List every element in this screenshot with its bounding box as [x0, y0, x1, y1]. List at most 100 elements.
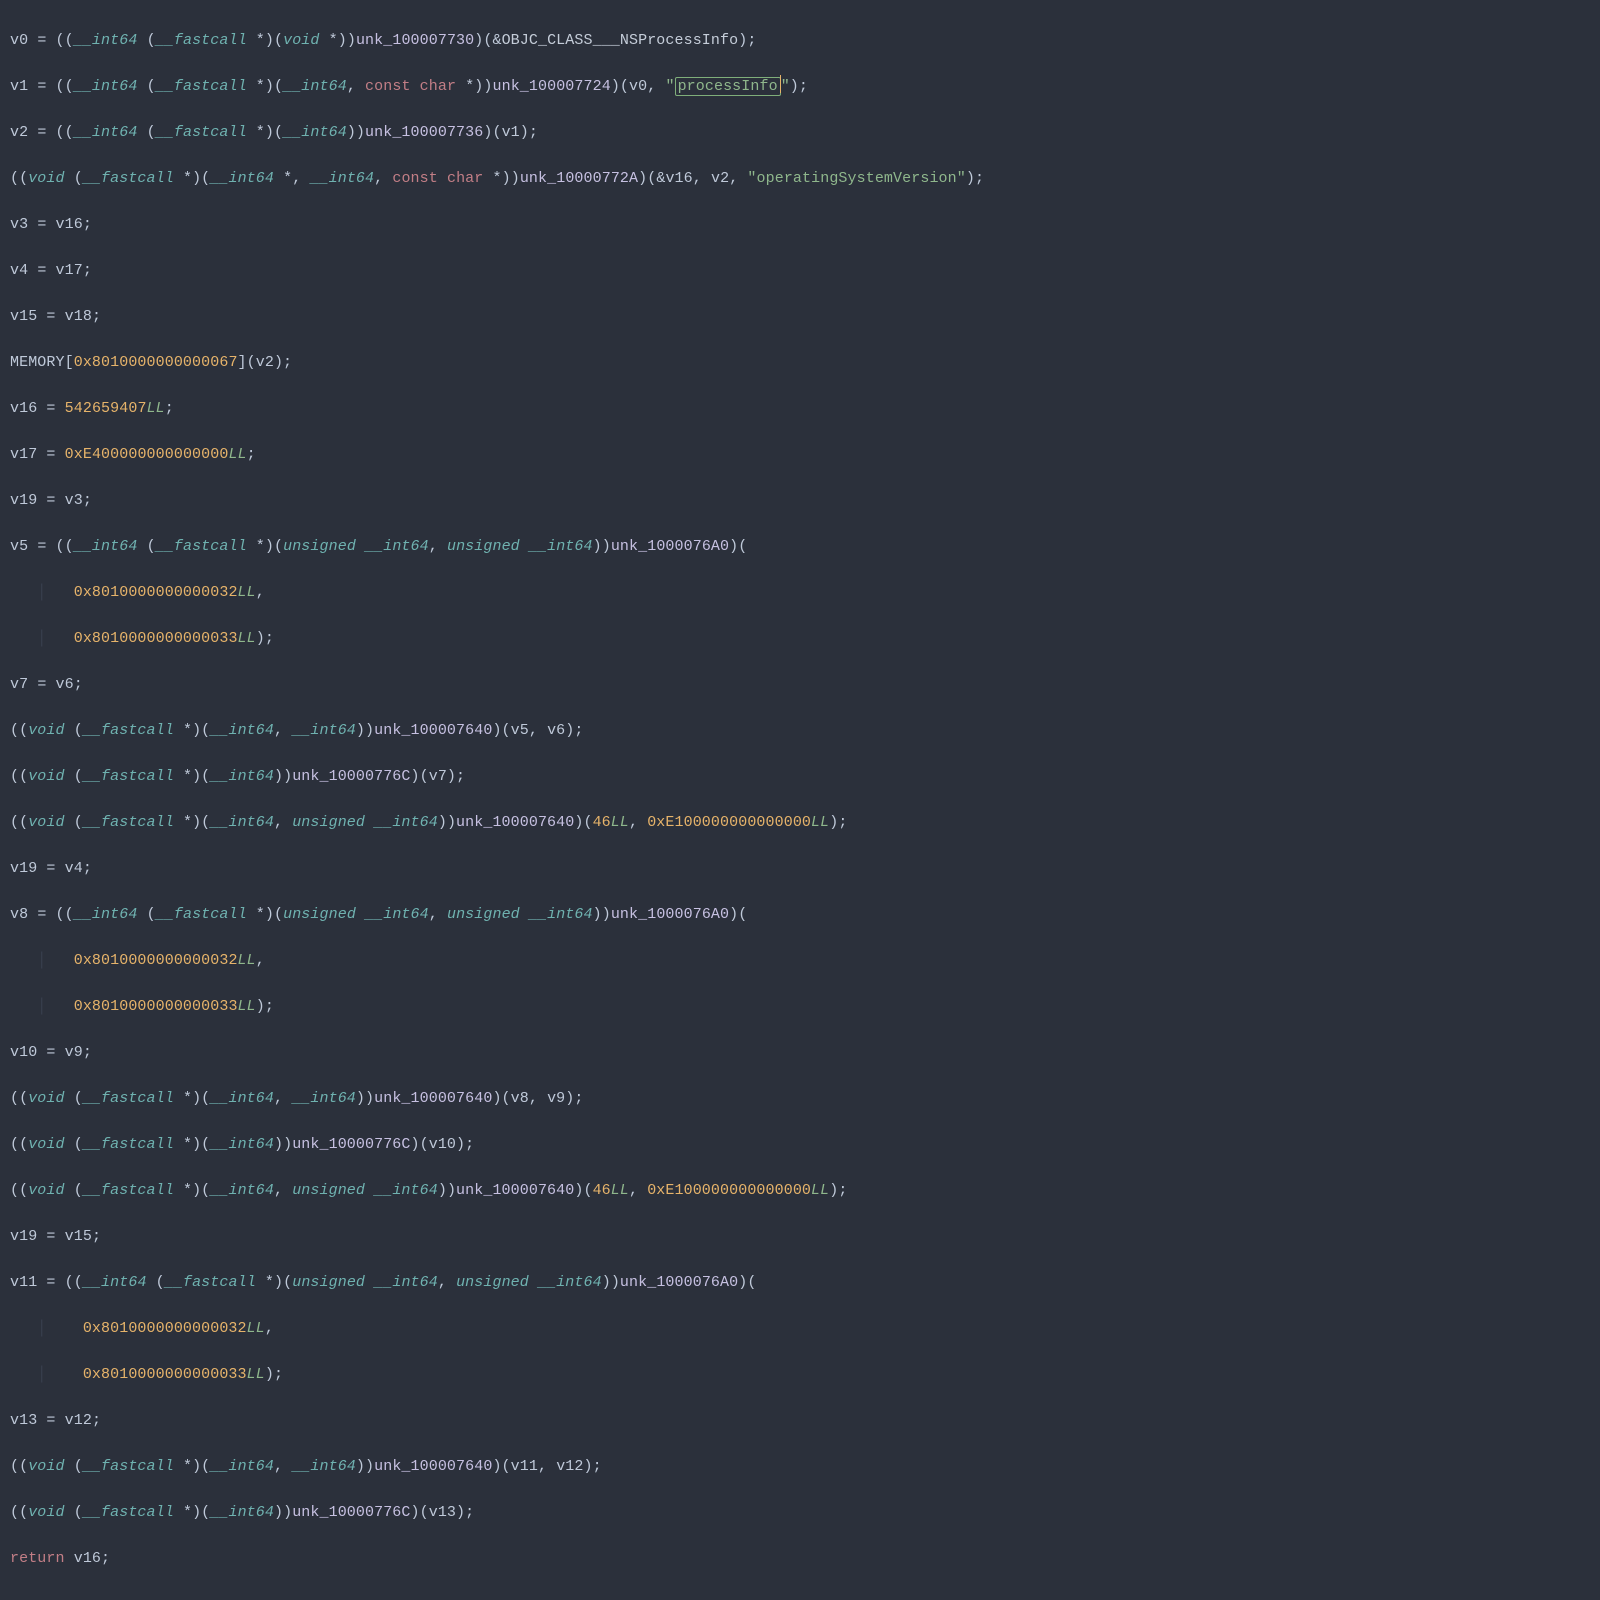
code-line: v17 = 0xE400000000000000LL; [10, 443, 1590, 466]
keyword-token: char [447, 170, 483, 187]
variable-token: v4 [10, 262, 28, 279]
suffix-token: LL [247, 1320, 265, 1337]
type-token: __int64 [210, 170, 274, 187]
number-token: 0x8010000000000032 [74, 584, 238, 601]
type-token: void [28, 1504, 64, 1521]
highlighted-text: processInfo [675, 77, 781, 96]
code-line: v0 = ((__int64 (__fastcall *)(void *))un… [10, 29, 1590, 52]
variable-token: v4 [65, 860, 83, 877]
variable-token: v13 [429, 1504, 456, 1521]
variable-token: v5 [511, 722, 529, 739]
variable-token: v15 [65, 1228, 92, 1245]
code-line: v11 = ((__int64 (__fastcall *)(unsigned … [10, 1271, 1590, 1294]
type-token: __fastcall [83, 1090, 174, 1107]
code-line: ((void (__fastcall *)(__int64, unsigned … [10, 1179, 1590, 1202]
type-token: __fastcall [83, 170, 174, 187]
number-token: 0x8010000000000032 [74, 952, 238, 969]
variable-token: v17 [56, 262, 83, 279]
type-token: unsigned [283, 906, 356, 923]
number-token: 0x8010000000000033 [74, 630, 238, 647]
variable-token: v1 [502, 124, 520, 141]
type-token: unsigned [292, 1274, 365, 1291]
variable-token: v9 [65, 1044, 83, 1061]
variable-token: v2 [10, 124, 28, 141]
variable-token: v16 [10, 400, 37, 417]
code-line: v19 = v4; [10, 857, 1590, 880]
function-token: unk_10000776C [292, 1504, 410, 1521]
variable-token: v11 [511, 1458, 538, 1475]
number-token: 0x8010000000000033 [83, 1366, 247, 1383]
type-token: __int64 [310, 170, 374, 187]
type-token: __fastcall [83, 768, 174, 785]
keyword-token: char [420, 78, 456, 95]
type-token: __int64 [374, 814, 438, 831]
number-token: 0x8010000000000033 [74, 998, 238, 1015]
type-token: __int64 [283, 124, 347, 141]
variable-token: v0 [10, 32, 28, 49]
variable-token: v19 [10, 492, 37, 509]
type-token: __int64 [210, 1458, 274, 1475]
suffix-token: LL [147, 400, 165, 417]
variable-token: v7 [429, 768, 447, 785]
code-line: v4 = v17; [10, 259, 1590, 282]
type-token: __int64 [74, 78, 138, 95]
code-line: v16 = 542659407LL; [10, 397, 1590, 420]
code-line: │ 0x8010000000000032LL, [10, 1317, 1590, 1340]
code-line: │ 0x8010000000000032LL, [10, 949, 1590, 972]
type-token: void [28, 170, 64, 187]
code-line: ((void (__fastcall *)(__int64, __int64))… [10, 1087, 1590, 1110]
variable-token: v17 [10, 446, 37, 463]
type-token: __int64 [74, 538, 138, 555]
type-token: unsigned [456, 1274, 529, 1291]
variable-token: v10 [10, 1044, 37, 1061]
type-token: void [28, 768, 64, 785]
code-line: return v16; [10, 1547, 1590, 1570]
suffix-token: LL [238, 952, 256, 969]
function-token: unk_100007640 [374, 722, 492, 739]
variable-token: v16 [665, 170, 692, 187]
type-token: unsigned [292, 1182, 365, 1199]
type-token: __int64 [210, 1504, 274, 1521]
suffix-token: LL [238, 998, 256, 1015]
suffix-token: LL [238, 630, 256, 647]
variable-token: v8 [511, 1090, 529, 1107]
variable-token: v13 [10, 1412, 37, 1429]
variable-token: v1 [10, 78, 28, 95]
code-line: │ 0x8010000000000033LL); [10, 1363, 1590, 1386]
type-token: unsigned [447, 906, 520, 923]
suffix-token: LL [228, 446, 246, 463]
type-token: __int64 [529, 906, 593, 923]
code-line: v1 = ((__int64 (__fastcall *)(__int64, c… [10, 75, 1590, 98]
type-token: __int64 [83, 1274, 147, 1291]
type-token: unsigned [447, 538, 520, 555]
type-token: unsigned [283, 538, 356, 555]
function-token: unk_100007736 [365, 124, 483, 141]
type-token: void [28, 1458, 64, 1475]
type-token: __fastcall [156, 906, 247, 923]
type-token: __fastcall [83, 722, 174, 739]
code-line: ((void (__fastcall *)(__int64, __int64))… [10, 719, 1590, 742]
code-line: ((void (__fastcall *)(__int64))unk_10000… [10, 765, 1590, 788]
type-token: __int64 [210, 722, 274, 739]
type-token: void [28, 1182, 64, 1199]
code-line: ((void (__fastcall *)(__int64))unk_10000… [10, 1501, 1590, 1524]
variable-token: v2 [256, 354, 274, 371]
variable-token: v9 [547, 1090, 565, 1107]
variable-token: MEMORY [10, 354, 65, 371]
number-token: 0xE400000000000000 [65, 446, 229, 463]
code-editor[interactable]: v0 = ((__int64 (__fastcall *)(void *))un… [0, 0, 1600, 1600]
variable-token: v19 [10, 1228, 37, 1245]
code-line: v15 = v18; [10, 305, 1590, 328]
type-token: __int64 [538, 1274, 602, 1291]
suffix-token: LL [247, 1366, 265, 1383]
type-token: __fastcall [83, 1458, 174, 1475]
number-token: 0xE100000000000000 [647, 1182, 811, 1199]
type-token: __fastcall [83, 1504, 174, 1521]
code-line: ((void (__fastcall *)(__int64, unsigned … [10, 811, 1590, 834]
type-token: __fastcall [156, 538, 247, 555]
code-line: │ 0x8010000000000033LL); [10, 627, 1590, 650]
variable-token: v16 [74, 1550, 101, 1567]
type-token: __fastcall [156, 78, 247, 95]
string-token: "operatingSystemVersion" [747, 170, 965, 187]
type-token: __int64 [210, 1182, 274, 1199]
